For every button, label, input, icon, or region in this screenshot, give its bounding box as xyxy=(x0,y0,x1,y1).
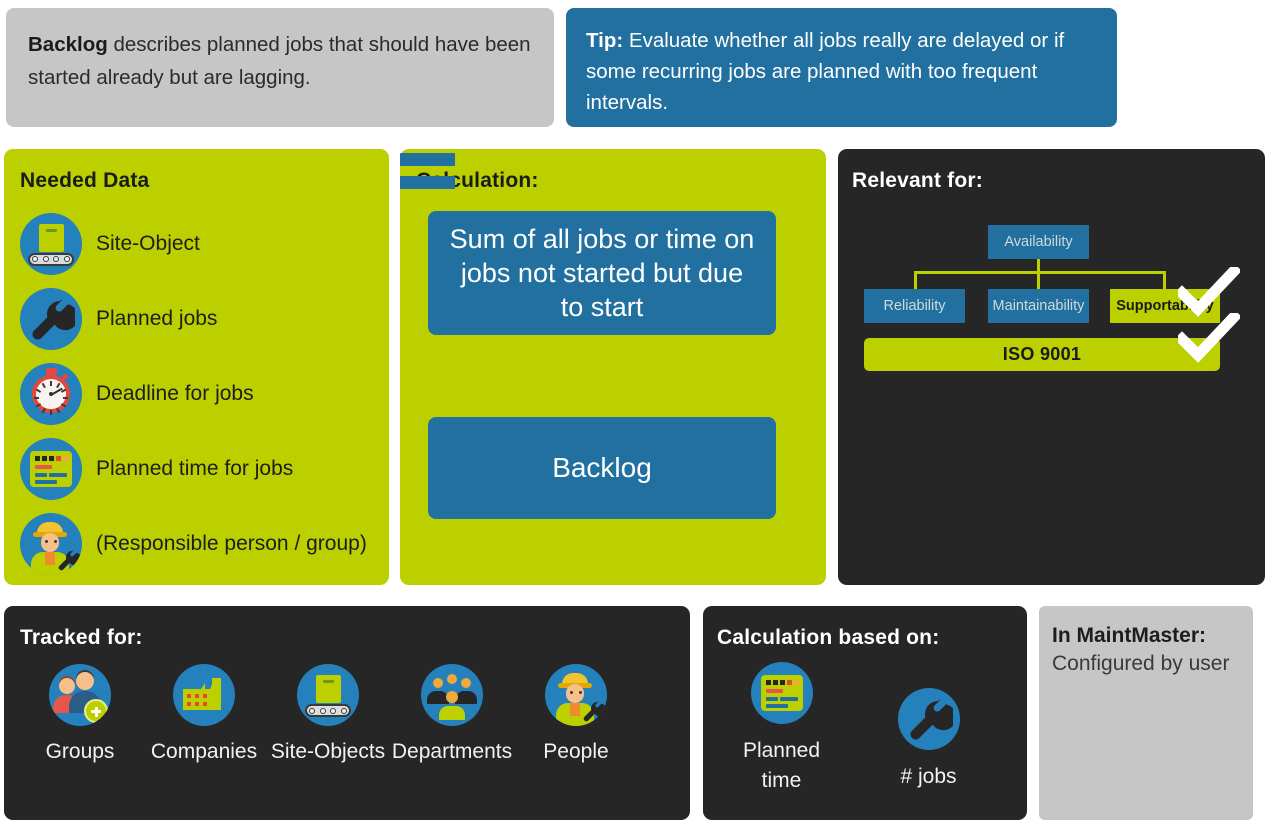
worker-icon xyxy=(545,664,607,726)
calculation-based-on-panel: Calculation based on: Planned time # job… xyxy=(703,606,1027,820)
calculation-based-on-title: Calculation based on: xyxy=(717,626,940,649)
list-item-label: Companies xyxy=(150,740,258,763)
list-item-label: Planned jobs xyxy=(96,306,218,330)
list-item: Companies xyxy=(142,664,266,764)
factory-icon xyxy=(173,664,235,726)
schedule-card-icon xyxy=(20,437,82,500)
connector-left-drop xyxy=(914,271,917,289)
node-availability: Availability xyxy=(988,225,1089,259)
calculation-based-on-list: Planned time # jobs xyxy=(729,662,981,797)
relevant-for-diagram: Availability Reliability Maintainability… xyxy=(838,209,1265,399)
needed-data-list: Site-Object Planned jobs Deadline for jo… xyxy=(20,206,379,581)
checkmark-icon xyxy=(1178,267,1240,317)
list-item: Planned time for jobs xyxy=(20,431,379,506)
list-item-label: Planned time for jobs xyxy=(96,456,294,480)
tip-label: Tip: xyxy=(586,29,624,52)
tracked-for-title: Tracked for: xyxy=(20,626,143,649)
node-iso-9001: ISO 9001 xyxy=(864,338,1220,371)
site-object-icon xyxy=(20,212,82,275)
people-group-icon xyxy=(421,664,483,726)
backlog-description-lead: Backlog xyxy=(28,33,108,56)
connector-right-drop xyxy=(1163,271,1166,289)
needed-data-title: Needed Data xyxy=(20,169,150,192)
list-item: Site-Objects xyxy=(266,664,390,764)
list-item: Planned time xyxy=(729,662,834,797)
list-item: Departments xyxy=(390,664,514,764)
list-item-label: Site-Object xyxy=(96,231,200,255)
wrench-icon xyxy=(897,688,960,750)
tip-text: Evaluate whether all jobs really are del… xyxy=(586,29,1065,114)
in-maintmaster-title: In MaintMaster: xyxy=(1052,624,1207,647)
relevant-for-title: Relevant for: xyxy=(852,169,983,192)
calculation-result: Backlog xyxy=(428,417,776,519)
needed-data-panel: Needed Data Site-Object Planned jobs Dea… xyxy=(4,149,389,585)
list-item-label: Groups xyxy=(45,740,115,763)
schedule-card-icon xyxy=(750,662,813,724)
list-item-label: People xyxy=(543,740,609,763)
tracked-for-list: Groups Companies Site-Objects Department… xyxy=(18,664,638,764)
list-item: Deadline for jobs xyxy=(20,356,379,431)
tip-card: Tip: Evaluate whether all jobs really ar… xyxy=(566,8,1117,127)
calculation-numerator: Sum of all jobs or time on jobs not star… xyxy=(428,211,776,335)
list-item: Planned jobs xyxy=(20,281,379,356)
list-item-label: (Responsible person / group) xyxy=(96,531,367,555)
backlog-description-card: Backlog describes planned jobs that shou… xyxy=(6,8,554,127)
checkmark-icon xyxy=(1178,313,1240,363)
list-item-label: Deadline for jobs xyxy=(96,381,254,405)
list-item: People xyxy=(514,664,638,764)
stopwatch-icon xyxy=(20,362,82,425)
connector-horizontal xyxy=(914,271,1165,274)
relevant-for-panel: Relevant for: Availability Reliability M… xyxy=(838,149,1265,585)
list-item-label: Site-Objects xyxy=(270,740,386,763)
list-item-label: # jobs xyxy=(900,765,957,788)
calculation-panel: Calculation: Sum of all jobs or time on … xyxy=(400,149,826,585)
list-item: Site-Object xyxy=(20,206,379,281)
in-maintmaster-panel: In MaintMaster: Configured by user xyxy=(1039,606,1253,820)
site-object-icon xyxy=(297,664,359,726)
in-maintmaster-value: Configured by user xyxy=(1052,652,1230,675)
wrench-icon xyxy=(20,287,82,350)
tracked-for-panel: Tracked for: Groups Companies Site-Objec… xyxy=(4,606,690,820)
node-maintainability: Maintainability xyxy=(988,289,1089,323)
people-add-icon xyxy=(49,664,111,726)
list-item: Groups xyxy=(18,664,142,764)
worker-icon xyxy=(20,512,82,575)
list-item-label: Planned time xyxy=(742,739,821,793)
node-reliability: Reliability xyxy=(864,289,965,323)
list-item: # jobs xyxy=(876,662,981,797)
list-item: (Responsible person / group) xyxy=(20,506,379,581)
list-item-label: Departments xyxy=(391,740,513,763)
connector-vertical-root xyxy=(1037,259,1040,289)
